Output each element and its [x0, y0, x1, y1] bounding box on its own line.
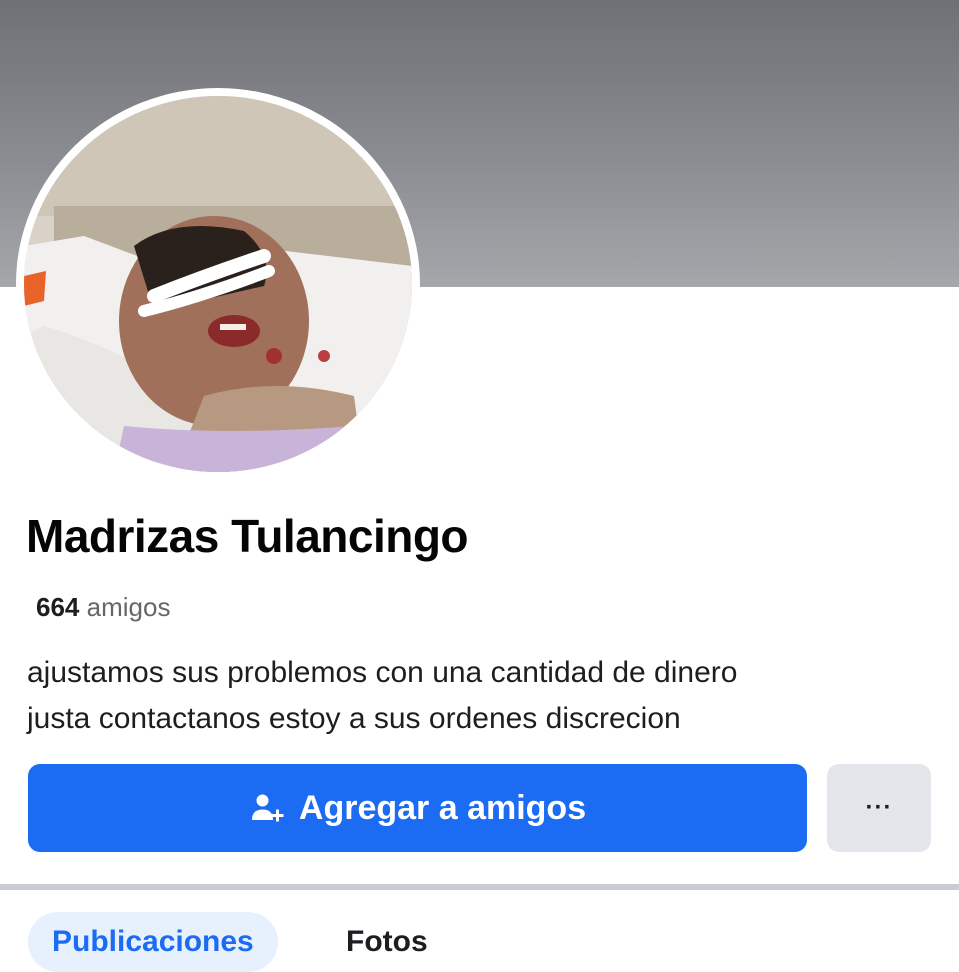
friends-count-label: amigos — [86, 592, 171, 622]
add-friend-label: Agregar a amigos — [298, 788, 587, 827]
add-person-icon — [249, 790, 285, 826]
profile-name: Madrizas Tulancingo — [26, 510, 469, 562]
tab-publicaciones[interactable]: Publicaciones — [28, 912, 278, 972]
tab-fotos[interactable]: Fotos — [346, 912, 428, 972]
friends-count-number: 664 — [36, 592, 80, 622]
more-options-button[interactable]: ··· — [827, 764, 931, 852]
add-friend-button[interactable]: Agregar a amigos — [28, 764, 807, 852]
bio-line-2: justa contactanos estoy a sus ordenes di… — [27, 702, 681, 735]
bio-line-1: ajustamos sus problemos con una cantidad… — [27, 656, 738, 689]
section-divider — [0, 884, 959, 890]
friends-count[interactable]: 664 amigos — [36, 590, 170, 624]
profile-photo-image — [24, 96, 412, 472]
profile-picture[interactable] — [24, 96, 412, 472]
profile-bio: ajustamos sus problemos con una cantidad… — [27, 650, 947, 742]
more-options-icon: ··· — [865, 794, 893, 821]
